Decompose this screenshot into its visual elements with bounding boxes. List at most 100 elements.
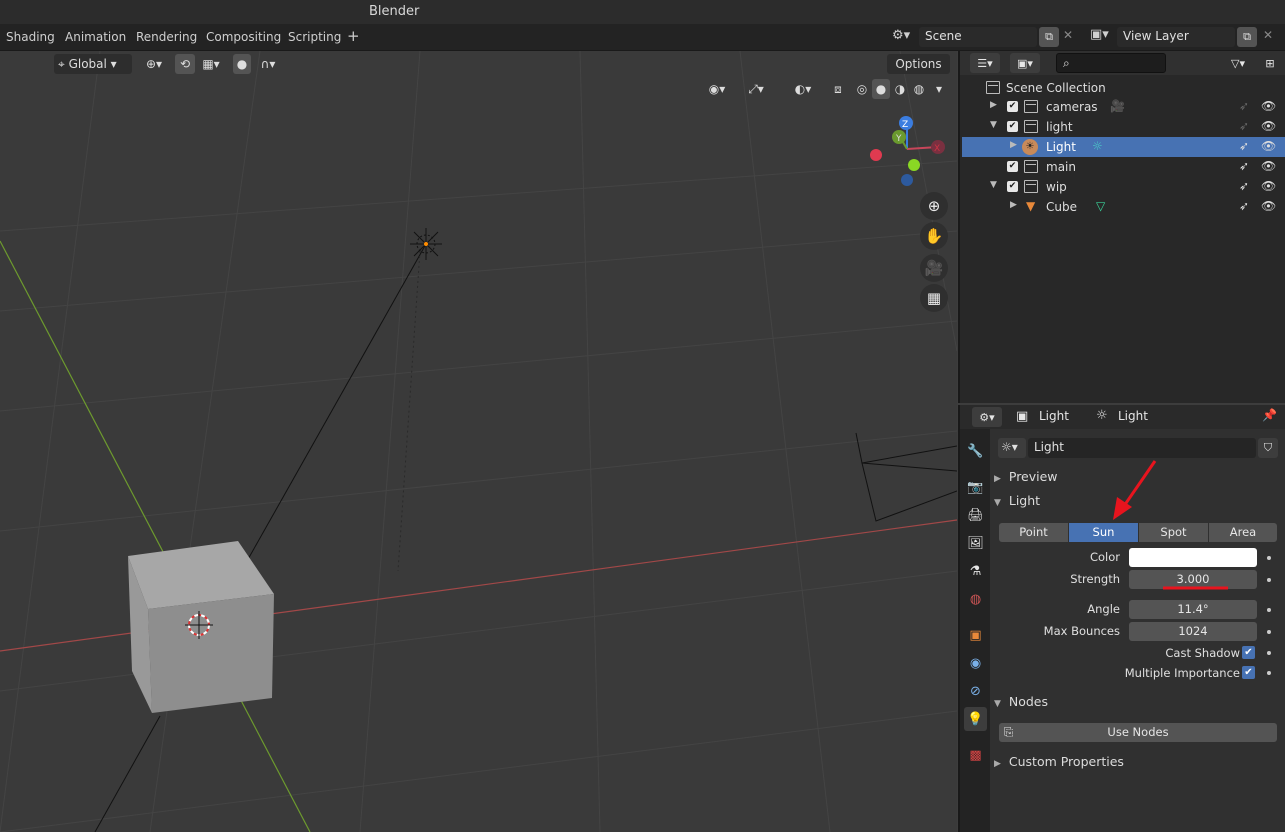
- tab-compositing[interactable]: Compositing: [206, 30, 281, 44]
- physics-tab-icon[interactable]: ◉: [964, 651, 987, 675]
- filter-mode-icon[interactable]: ▣▾: [1010, 53, 1040, 73]
- snap-toggle-icon[interactable]: ⟲: [175, 54, 195, 74]
- new-collection-icon[interactable]: ⊞: [1260, 53, 1280, 73]
- outliner-row-wip[interactable]: ▼ ✔ wip ➶ 👁: [962, 177, 1285, 197]
- scene-selector[interactable]: Scene: [919, 27, 1037, 47]
- material-shading-icon[interactable]: ◑: [891, 79, 909, 99]
- collapse-icon[interactable]: ▼: [990, 120, 997, 130]
- eye-icon[interactable]: 👁: [1261, 159, 1276, 173]
- zoom-icon[interactable]: ⊕: [920, 192, 948, 220]
- cast-shadow-checkbox[interactable]: ✔: [1242, 646, 1255, 659]
- light-type-area[interactable]: Area: [1209, 523, 1277, 542]
- tab-shading[interactable]: Shading: [6, 30, 55, 44]
- add-workspace-button[interactable]: +: [347, 27, 360, 45]
- keyframe-dot[interactable]: [1267, 630, 1271, 634]
- view-layer-selector[interactable]: View Layer: [1117, 27, 1235, 47]
- strength-field[interactable]: 3.000: [1129, 570, 1257, 589]
- xray-icon[interactable]: ⧈: [829, 79, 847, 99]
- display-mode-icon[interactable]: ☰▾: [970, 53, 1000, 73]
- exclude-checkbox[interactable]: ✔: [1007, 121, 1018, 132]
- expand-icon[interactable]: ▶: [990, 100, 997, 110]
- pin-icon[interactable]: 📌: [1262, 408, 1277, 422]
- texture-tab-icon[interactable]: ▩: [964, 743, 987, 767]
- use-nodes-button[interactable]: ⎘ Use Nodes: [999, 723, 1277, 742]
- eye-icon[interactable]: 👁: [1261, 199, 1276, 213]
- outliner-row-light[interactable]: ▼ ✔ light ➶ 👁: [962, 117, 1285, 137]
- tab-rendering[interactable]: Rendering: [136, 30, 197, 44]
- outliner-search-input[interactable]: ⌕: [1056, 53, 1166, 73]
- output-tab-icon[interactable]: 🖨: [964, 503, 987, 527]
- max-bounces-field[interactable]: 1024: [1129, 622, 1257, 641]
- render-tab-icon[interactable]: 📷: [964, 475, 987, 499]
- rendered-shading-icon[interactable]: ◍: [910, 79, 928, 99]
- expand-icon[interactable]: ▶: [1010, 140, 1017, 150]
- overlays-icon[interactable]: ◐▾: [783, 79, 823, 99]
- scene-icon[interactable]: ⚙▾: [892, 28, 910, 43]
- color-swatch[interactable]: [1129, 548, 1257, 567]
- object-tab-icon[interactable]: ▣: [964, 623, 987, 647]
- constraints-tab-icon[interactable]: ⊘: [964, 679, 987, 703]
- view-layer-tab-icon[interactable]: 🖼: [964, 531, 987, 555]
- select-toggle-icon[interactable]: ➶: [1239, 139, 1249, 153]
- select-toggle-icon[interactable]: ➶: [1239, 179, 1249, 193]
- exclude-checkbox[interactable]: ✔: [1007, 101, 1018, 112]
- keyframe-dot[interactable]: [1267, 578, 1271, 582]
- outliner-row-light-object[interactable]: ▶ ☀ Light ☼ ➶ 👁: [962, 137, 1285, 157]
- light-panel-header[interactable]: ▼ Light: [994, 493, 1284, 513]
- eye-icon[interactable]: 👁: [1261, 119, 1276, 133]
- eye-icon[interactable]: 👁: [1261, 99, 1276, 113]
- select-toggle-icon[interactable]: ➶: [1239, 99, 1249, 113]
- new-view-layer-icon[interactable]: ⧉: [1237, 27, 1257, 47]
- preview-panel-header[interactable]: ▶ Preview: [994, 469, 1284, 489]
- solid-shading-icon[interactable]: ●: [872, 79, 890, 99]
- gizmo-toggle-icon[interactable]: ⤢▾: [738, 79, 774, 99]
- light-browse-icon[interactable]: ☼▾: [998, 438, 1026, 458]
- keyframe-dot[interactable]: [1267, 556, 1271, 560]
- multiple-importance-checkbox[interactable]: ✔: [1242, 666, 1255, 679]
- light-datablock-name[interactable]: Light: [1028, 438, 1256, 458]
- outliner-row-cameras[interactable]: ▶ ✔ cameras 🎥 ➶ 👁: [962, 97, 1285, 117]
- nodes-panel-header[interactable]: ▼ Nodes: [994, 694, 1284, 714]
- fake-user-shield-icon[interactable]: ⛉: [1258, 438, 1278, 458]
- light-type-spot[interactable]: Spot: [1139, 523, 1208, 542]
- perspective-grid-icon[interactable]: ▦: [920, 284, 948, 312]
- tab-scripting[interactable]: Scripting: [288, 30, 341, 44]
- keyframe-dot[interactable]: [1267, 608, 1271, 612]
- select-toggle-icon[interactable]: ➶: [1239, 159, 1249, 173]
- view-layer-icon[interactable]: ▣▾: [1090, 27, 1109, 42]
- keyframe-dot[interactable]: [1267, 671, 1271, 675]
- keyframe-dot[interactable]: [1267, 651, 1271, 655]
- eye-icon[interactable]: 👁: [1261, 179, 1276, 193]
- pivot-icon[interactable]: ⊕▾: [140, 54, 168, 74]
- custom-properties-panel-header[interactable]: ▶ Custom Properties: [994, 754, 1284, 774]
- close-scene-icon[interactable]: ✕: [1063, 28, 1073, 42]
- pan-hand-icon[interactable]: ✋: [920, 222, 948, 250]
- filter-icon[interactable]: ▽▾: [1222, 53, 1254, 73]
- light-data-tab-icon[interactable]: 💡: [964, 707, 987, 731]
- outliner-row-main[interactable]: ✔ main ➶ 👁: [962, 157, 1285, 177]
- outliner-row-cube[interactable]: ▶ ▼ Cube ▽ ➶ 👁: [962, 197, 1285, 217]
- expand-icon[interactable]: ▶: [1010, 200, 1017, 210]
- orientation-dropdown[interactable]: ⌖ Global ▾: [54, 54, 132, 74]
- falloff-icon[interactable]: ∩▾: [254, 54, 282, 74]
- 3d-viewport[interactable]: Z Y X ⌖ Global ▾ ⊕▾ ⟲ ▦▾ ● ∩▾ Options ◉▾…: [0, 51, 957, 832]
- light-type-point[interactable]: Point: [999, 523, 1068, 542]
- outliner-root[interactable]: Scene Collection: [962, 78, 1285, 98]
- eye-icon[interactable]: 👁: [1261, 139, 1276, 153]
- light-type-sun[interactable]: Sun: [1069, 523, 1138, 542]
- select-toggle-icon[interactable]: ➶: [1239, 119, 1249, 133]
- snap-target-icon[interactable]: ▦▾: [197, 54, 225, 74]
- collapse-icon[interactable]: ▼: [990, 180, 997, 190]
- select-toggle-icon[interactable]: ➶: [1239, 199, 1249, 213]
- wireframe-shading-icon[interactable]: ◎: [853, 79, 871, 99]
- world-tab-icon[interactable]: ◍: [964, 587, 987, 611]
- proportional-edit-icon[interactable]: ●: [233, 54, 251, 74]
- options-button[interactable]: Options: [887, 54, 950, 74]
- tool-tab-icon[interactable]: 🔧: [964, 439, 987, 463]
- angle-field[interactable]: 11.4°: [1129, 600, 1257, 619]
- visibility-icon[interactable]: ◉▾: [702, 79, 732, 99]
- camera-view-icon[interactable]: 🎥: [920, 254, 948, 282]
- tab-animation[interactable]: Animation: [65, 30, 126, 44]
- exclude-checkbox[interactable]: ✔: [1007, 181, 1018, 192]
- editor-type-icon[interactable]: ⚙▾: [972, 407, 1002, 427]
